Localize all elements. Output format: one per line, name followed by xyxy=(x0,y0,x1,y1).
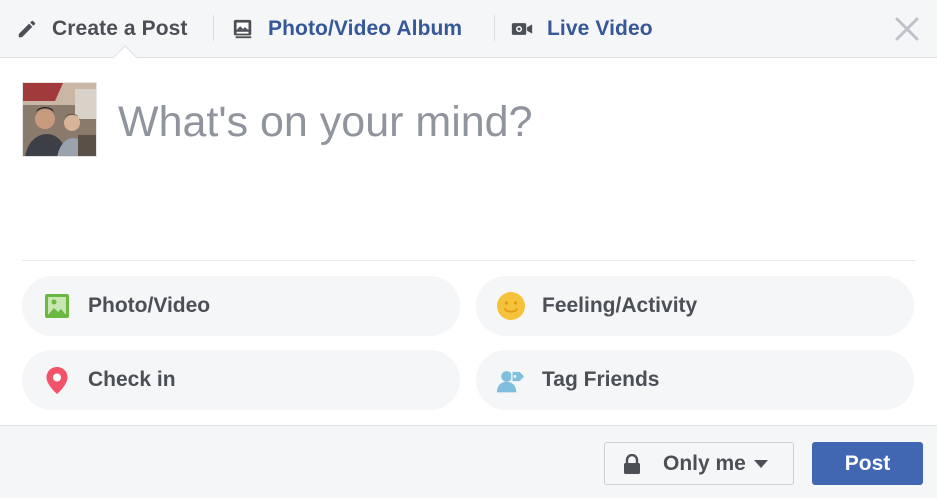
composer-divider xyxy=(22,260,916,261)
pencil-icon xyxy=(18,20,36,38)
tab-live-video[interactable]: Live Video xyxy=(511,0,653,58)
status-composer-input[interactable] xyxy=(118,92,908,152)
composer-footer: Only me Post xyxy=(0,425,937,498)
tag-friends-label: Tag Friends xyxy=(542,368,660,391)
privacy-label: Only me xyxy=(663,451,746,475)
tag-friends-button[interactable]: Tag Friends xyxy=(476,350,914,410)
tab-photo-video-album[interactable]: Photo/Video Album xyxy=(232,0,462,58)
post-button[interactable]: Post xyxy=(812,442,923,485)
location-pin-icon xyxy=(46,367,68,394)
photo-video-button[interactable]: Photo/Video xyxy=(22,276,460,336)
tab-separator xyxy=(213,15,214,41)
composer-header: Create a Post Photo/Video Album Live Vid… xyxy=(0,0,937,58)
feeling-activity-label: Feeling/Activity xyxy=(542,294,698,317)
avatar-photo xyxy=(23,83,96,156)
tab-separator xyxy=(494,15,495,41)
check-in-button[interactable]: Check in xyxy=(22,350,460,410)
tab-live-video-label: Live Video xyxy=(547,17,653,40)
photo-video-label: Photo/Video xyxy=(88,294,211,317)
chevron-down-icon xyxy=(753,459,768,468)
tab-create-post[interactable]: Create a Post xyxy=(16,0,188,58)
smiley-icon xyxy=(497,292,525,320)
video-camera-icon xyxy=(511,23,533,35)
tab-photo-video-album-label: Photo/Video Album xyxy=(268,17,463,40)
avatar xyxy=(22,82,97,157)
privacy-selector[interactable]: Only me xyxy=(604,442,794,485)
check-in-label: Check in xyxy=(88,368,176,391)
album-icon xyxy=(233,19,252,39)
feeling-activity-button[interactable]: Feeling/Activity xyxy=(476,276,914,336)
lock-icon xyxy=(624,453,640,474)
close-button[interactable] xyxy=(893,15,921,43)
tab-create-post-label: Create a Post xyxy=(52,17,188,40)
close-icon xyxy=(895,17,919,41)
tag-friends-icon xyxy=(496,370,526,393)
photo-icon xyxy=(45,294,69,318)
